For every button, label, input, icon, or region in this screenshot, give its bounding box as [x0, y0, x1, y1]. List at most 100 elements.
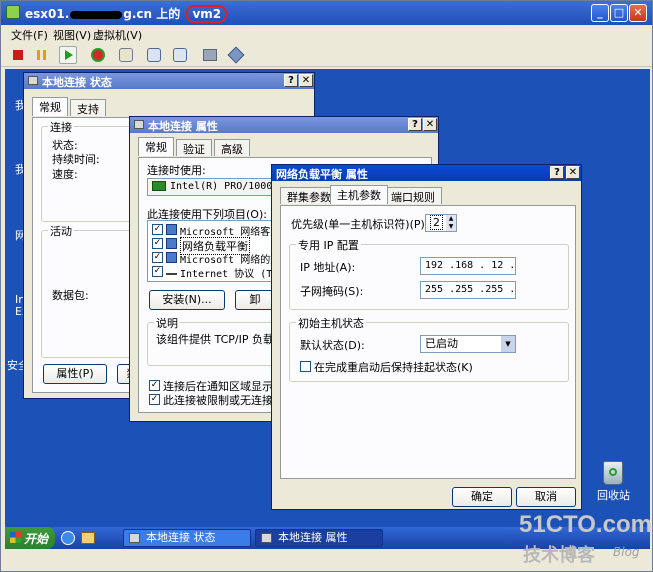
properties-window-title: 本地连接 属性	[148, 120, 218, 133]
title-host-suffix: g.cn 上的	[123, 7, 181, 21]
vsphere-console-window: esx01. g.cn 上的 vm2 _ □ ✕ 文件(F) 视图(V) 虚拟机(…	[0, 0, 653, 572]
protocol-icon	[166, 267, 177, 275]
quick-launch-explorer-icon[interactable]	[81, 532, 95, 544]
keep-suspended-checkbox[interactable]	[300, 361, 311, 372]
default-state-label: 默认状态(D):	[300, 339, 365, 352]
taskbar-item-label: 本地连接 状态	[146, 531, 216, 544]
title-host-prefix: esx01.	[25, 7, 70, 21]
nlb-window-title-bar: 网络负载平衡 属性 ? ✕	[272, 165, 581, 181]
priority-spinner[interactable]: 2 ▲ ▼	[425, 214, 457, 232]
subnet-mask-input[interactable]: 255 .255 .255 . 0	[420, 281, 516, 299]
tab-advanced[interactable]: 高级	[214, 139, 250, 156]
console-title-bar: esx01. g.cn 上的 vm2 _ □ ✕	[1, 1, 652, 25]
menu-view[interactable]: 视图(V)	[53, 27, 91, 43]
menu-vm[interactable]: 虚拟机(V)	[93, 27, 142, 43]
uninstall-button[interactable]: 卸	[235, 290, 275, 310]
item-checkbox[interactable]: ✓	[152, 224, 163, 235]
tab-port-rules[interactable]: 端口规则	[384, 187, 442, 204]
priority-value: 2	[430, 215, 443, 230]
install-button[interactable]: 安装(N)...	[149, 290, 225, 310]
minimize-button[interactable]: _	[591, 4, 609, 22]
close-button[interactable]: ✕	[566, 166, 580, 179]
packets-label: 数据包:	[52, 289, 89, 302]
item-checkbox[interactable]: ✓	[152, 266, 163, 277]
connect-using-label: 连接时使用:	[147, 164, 206, 177]
chevron-down-icon[interactable]: ▼	[501, 336, 515, 352]
tab-general[interactable]: 常规	[138, 137, 174, 156]
ip-address-input[interactable]: 192 .168 . 12 .237	[420, 257, 516, 275]
properties-button[interactable]: 属性(P)	[43, 364, 107, 384]
connection-group-label: 连接	[48, 119, 74, 135]
power-off-icon[interactable]	[9, 46, 27, 64]
network-icon	[261, 533, 272, 543]
network-icon	[28, 76, 38, 85]
recycle-arrow-icon	[609, 468, 617, 476]
help-button[interactable]: ?	[550, 166, 564, 179]
vm-console-icon	[6, 5, 20, 19]
initial-host-state-label: 初始主机状态	[296, 315, 366, 331]
status-window-title: 本地连接 状态	[42, 76, 112, 89]
console-menu-bar: 文件(F) 视图(V) 虚拟机(V)	[1, 25, 652, 43]
description-text: 该组件提供 TCP/IP 负载平	[156, 333, 285, 346]
dedicated-ip-group: 专用 IP 配置 IP 地址(A): 192 .168 . 12 .237 子网…	[289, 237, 569, 310]
reset-icon[interactable]	[89, 46, 107, 64]
status-window-title-bar: 本地连接 状态 ? ✕	[24, 73, 314, 89]
properties-tabs: 常规 验证 高级	[138, 137, 428, 158]
taskbar-item-properties[interactable]: 本地连接 属性	[255, 529, 383, 547]
tab-support[interactable]: 支持	[70, 99, 106, 116]
tab-host-parameters[interactable]: 主机参数	[330, 185, 388, 204]
item-checkbox[interactable]: ✓	[152, 252, 163, 263]
duration-label: 持续时间:	[52, 153, 100, 166]
power-on-icon[interactable]	[59, 46, 77, 64]
network-icon	[134, 120, 144, 129]
nlb-window-title: 网络负载平衡 属性	[276, 168, 368, 181]
recycle-bin-icon[interactable]	[603, 461, 623, 485]
taskbar-item-label: 本地连接 属性	[278, 531, 348, 544]
maximize-button[interactable]: □	[610, 4, 628, 22]
send-ctrl-alt-del-icon[interactable]	[201, 46, 219, 64]
notify-limited-checkbox[interactable]: ✓	[149, 394, 160, 405]
show-icon-checkbox[interactable]: ✓	[149, 380, 160, 391]
description-group-label: 说明	[154, 315, 180, 331]
guest-desktop: 我 我 网 In Ex 安全 回收站 本地连接 状态 ? ✕ 常规 支持 连接	[5, 69, 650, 527]
tab-authentication[interactable]: 验证	[176, 139, 212, 156]
suspend-icon[interactable]	[33, 46, 51, 64]
spinner-down-icon[interactable]: ▼	[446, 223, 456, 231]
menu-file[interactable]: 文件(F)	[11, 27, 48, 43]
network-adapter-icon	[152, 181, 166, 191]
console-title: esx01. g.cn 上的 vm2	[25, 5, 228, 23]
snapshot-manager-icon[interactable]	[171, 46, 189, 64]
host-parameters-panel: 优先级(单一主机标识符)(P): 2 ▲ ▼ 专用 IP 配置 IP 地址(A)…	[280, 205, 576, 479]
default-state-value: 已启动	[425, 337, 458, 350]
settings-icon[interactable]	[227, 46, 245, 64]
redacted-hostname	[70, 10, 123, 19]
cancel-button[interactable]: 取消	[516, 487, 576, 507]
activity-group-label: 活动	[48, 223, 74, 239]
speed-label: 速度:	[52, 168, 78, 181]
item-checkbox[interactable]: ✓	[152, 238, 163, 249]
taskbar-item-status[interactable]: 本地连接 状态	[123, 529, 251, 547]
initial-host-state-group: 初始主机状态 默认状态(D): 已启动 ▼ 在完成重启动后保持挂起状态(K)	[289, 315, 569, 382]
revert-snapshot-icon[interactable]	[145, 46, 163, 64]
component-icon	[166, 252, 177, 263]
start-label: 开始	[24, 532, 49, 546]
close-button[interactable]: ✕	[629, 4, 647, 22]
watermark-tagline: 技术博客	[523, 545, 595, 566]
help-button[interactable]: ?	[284, 74, 298, 87]
properties-window-title-bar: 本地连接 属性 ? ✕	[130, 117, 438, 133]
start-button[interactable]: 开始	[5, 527, 55, 549]
dedicated-ip-group-label: 专用 IP 配置	[296, 237, 361, 253]
windows-logo-icon	[10, 532, 21, 543]
close-button[interactable]: ✕	[299, 74, 313, 87]
close-button[interactable]: ✕	[423, 118, 437, 131]
snapshot-icon[interactable]	[117, 46, 135, 64]
quick-launch-ie-icon[interactable]	[61, 531, 75, 545]
tab-general[interactable]: 常规	[32, 97, 68, 116]
ok-button[interactable]: 确定	[452, 487, 512, 507]
help-button[interactable]: ?	[408, 118, 422, 131]
keep-suspended-label: 在完成重启动后保持挂起状态(K)	[314, 361, 473, 374]
recycle-bin-label[interactable]: 回收站	[597, 487, 630, 503]
spinner-up-icon[interactable]: ▲	[446, 215, 456, 223]
default-state-select[interactable]: 已启动 ▼	[420, 335, 516, 353]
watermark-blog: Blog	[613, 545, 640, 559]
